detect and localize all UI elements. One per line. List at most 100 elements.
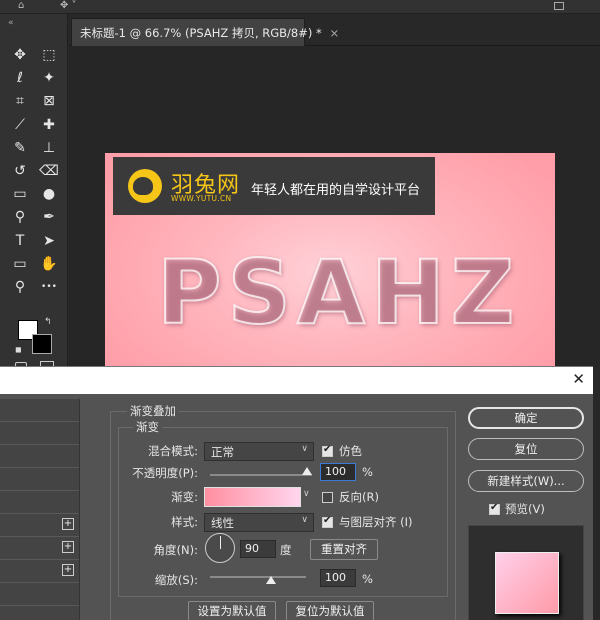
blend-mode-label: 混合模式: (148, 444, 198, 458)
style-list-item[interactable] (0, 583, 79, 606)
style-list-item[interactable] (0, 422, 79, 445)
chevron-down-icon: ∨ (301, 515, 308, 525)
scale-input[interactable]: 100 (320, 569, 356, 587)
rabbit-logo-mark (133, 177, 153, 195)
move-icon[interactable]: ✥ (9, 44, 31, 66)
add-effect-icon[interactable]: + (62, 541, 74, 553)
path-select-icon[interactable]: ➤ (38, 230, 60, 252)
home-icon[interactable]: ⌂ (18, 0, 24, 12)
opacity-label: 不透明度(P): (132, 466, 198, 480)
document-canvas[interactable]: 羽兔网 WWW.YUTU.CN 年轻人都在用的自学设计平台 PSAHZ PSAH… (105, 153, 555, 368)
scale-label: 缩放(S): (154, 573, 198, 587)
tools-panel: « ✥ ⬚ ℓ ✦ ⌗ ⊠ ⟋ ✚ ✎ ⊥ ↺ ⌫ ▭ ● ⚲ ✒ T ➤ ▭ ✋ ⚲ ••• ↰ ◼ (0, 14, 68, 372)
style-list-item[interactable] (0, 468, 79, 491)
reset-alignment-button[interactable]: 重置对齐 (310, 539, 378, 560)
app-menu-bar: ⌂ ✥ ˅ (0, 0, 600, 14)
scale-slider-thumb[interactable] (266, 576, 276, 584)
opacity-input[interactable]: 100 (320, 463, 356, 481)
close-tab-icon[interactable]: × (329, 26, 339, 40)
chevron-down-icon: ∨ (301, 444, 308, 454)
frame-icon[interactable]: ⊠ (38, 90, 60, 112)
opacity-slider-thumb[interactable] (302, 467, 312, 475)
gradient-label: 渐变: (171, 490, 198, 504)
dither-checkbox[interactable] (322, 444, 333, 457)
gradient-style-value: 线性 (211, 516, 234, 530)
dodge-icon[interactable]: ⚲ (9, 206, 31, 228)
eraser-icon[interactable]: ⌫ (38, 160, 60, 182)
close-dialog-icon[interactable]: ✕ (572, 370, 585, 388)
brand-slogan: 年轻人都在用的自学设计平台 (251, 183, 421, 198)
add-effect-icon[interactable]: + (62, 518, 74, 530)
marquee-icon[interactable]: ⬚ (38, 44, 60, 66)
pen-icon[interactable]: ✒ (38, 206, 60, 228)
subsection-title: 渐变 (133, 419, 162, 435)
new-style-button[interactable]: 新建样式(W)... (468, 470, 584, 492)
brand-url: WWW.YUTU.CN (171, 194, 232, 203)
document-tab-title: 未标题-1 @ 66.7% (PSAHZ 拷贝, RGB/8#) * (80, 26, 322, 40)
style-list-item[interactable] (0, 399, 79, 422)
gradient-style-select[interactable]: 线性 ∨ (204, 513, 314, 532)
eyedropper-icon[interactable]: ⟋ (9, 114, 31, 136)
zoom-icon[interactable]: ⚲ (9, 276, 31, 298)
workspace: 羽兔网 WWW.YUTU.CN 年轻人都在用的自学设计平台 PSAHZ PSAH… (69, 46, 600, 368)
restore-window-icon[interactable] (554, 2, 564, 10)
preview-label: 预览(V) (505, 502, 545, 516)
style-list-item[interactable]: + (0, 514, 79, 537)
style-list: + + + (0, 399, 80, 620)
dither-label: 仿色 (339, 444, 362, 458)
section-title: 渐变叠加 (127, 403, 179, 419)
move-options-icon[interactable]: ✥ ˅ (60, 0, 77, 12)
align-with-layer-checkbox[interactable] (322, 515, 333, 528)
gradient-picker-chevron-icon[interactable]: ∨ (303, 489, 315, 505)
blend-mode-select[interactable]: 正常 ∨ (204, 442, 314, 461)
scale-unit: % (362, 572, 373, 586)
swap-colors-icon[interactable]: ↰ (44, 317, 52, 327)
opacity-unit: % (362, 465, 373, 479)
style-label: 样式: (171, 515, 198, 529)
preview-checkbox[interactable] (489, 502, 500, 515)
style-list-item[interactable]: + (0, 560, 79, 583)
type-icon[interactable]: T (9, 230, 31, 252)
angle-unit: 度 (280, 543, 292, 557)
angle-input[interactable]: 90 (240, 540, 276, 558)
scale-slider[interactable] (210, 576, 306, 578)
default-colors-icon[interactable]: ◼ (15, 345, 22, 354)
reset-button[interactable]: 复位 (468, 438, 584, 460)
background-color-swatch[interactable] (32, 334, 52, 354)
hand-icon[interactable]: ✋ (38, 253, 60, 275)
lasso-icon[interactable]: ℓ (9, 67, 31, 89)
healing-brush-icon[interactable]: ✚ (38, 114, 60, 136)
layer-style-dialog: ✕ + + + 渐变叠加 渐变 混合模式: 正常 ∨ 仿色 不透明度(P): 1… (0, 366, 593, 620)
shape-icon[interactable]: ▭ (9, 253, 31, 275)
headline-text: PSAHZ (156, 241, 521, 344)
dialog-title-bar: ✕ (0, 367, 593, 394)
stamp-icon[interactable]: ⊥ (38, 137, 60, 159)
reset-to-default-button[interactable]: 复位为默认值 (286, 601, 374, 620)
more-tools-icon[interactable]: ••• (38, 276, 60, 298)
align-with-layer-label: 与图层对齐 (I) (339, 515, 413, 529)
blend-mode-value: 正常 (211, 445, 234, 459)
style-list-item[interactable] (0, 445, 79, 468)
style-preview-swatch (495, 552, 559, 614)
brush-icon[interactable]: ✎ (9, 137, 31, 159)
document-tab[interactable]: 未标题-1 @ 66.7% (PSAHZ 拷贝, RGB/8#) * × (71, 18, 339, 46)
gradient-preview-swatch[interactable] (204, 487, 301, 507)
style-list-item[interactable]: + (0, 537, 79, 560)
blur-icon[interactable]: ● (38, 183, 60, 205)
make-default-button[interactable]: 设置为默认值 (188, 601, 276, 620)
add-effect-icon[interactable]: + (62, 564, 74, 576)
ok-button[interactable]: 确定 (468, 407, 584, 429)
crop-icon[interactable]: ⌗ (9, 90, 31, 112)
style-preview-box (468, 525, 584, 620)
reverse-label: 反向(R) (339, 490, 379, 504)
history-brush-icon[interactable]: ↺ (9, 160, 31, 182)
angle-label: 角度(N): (153, 543, 198, 557)
opacity-slider[interactable] (210, 474, 312, 476)
style-list-item[interactable] (0, 491, 79, 514)
angle-dial[interactable] (205, 533, 235, 563)
collapse-panel-icon[interactable]: « (8, 18, 14, 28)
magic-wand-icon[interactable]: ✦ (38, 67, 60, 89)
reverse-checkbox[interactable] (322, 492, 333, 503)
document-tab-bar: 未标题-1 @ 66.7% (PSAHZ 拷贝, RGB/8#) * × (69, 14, 600, 46)
gradient-icon[interactable]: ▭ (9, 183, 31, 205)
